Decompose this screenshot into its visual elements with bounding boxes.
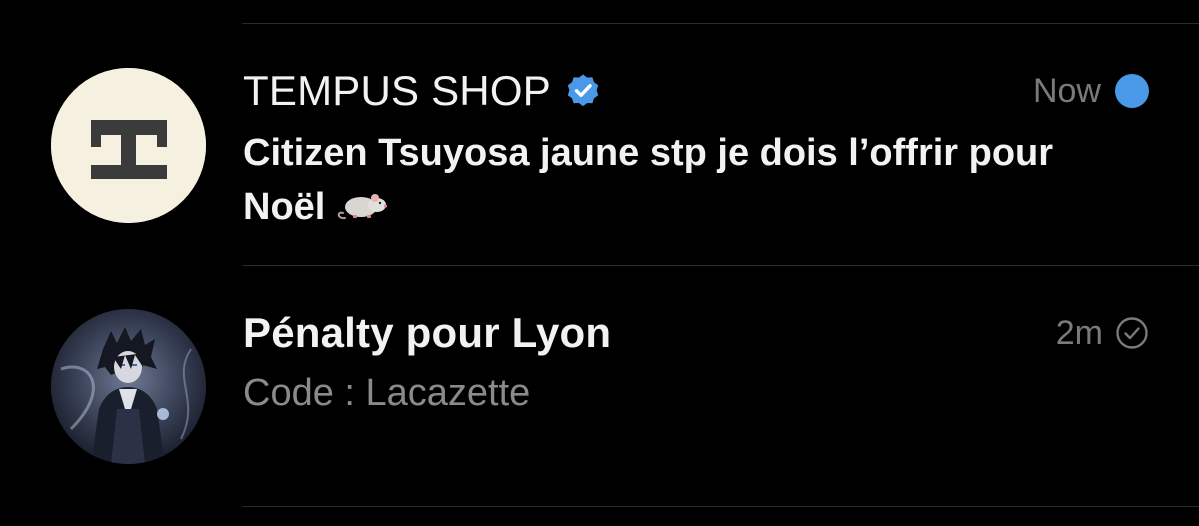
timestamp: Now	[1032, 71, 1101, 110]
conversation-content: TEMPUS SHOP Now Citizen Tsuyosa jaune st…	[243, 64, 1149, 234]
avatar-tempus-shop[interactable]	[51, 68, 206, 223]
avatar-anime-character[interactable]	[51, 309, 206, 464]
conversation-header: TEMPUS SHOP Now	[243, 64, 1149, 118]
message-preview-text: Code : Lacazette	[243, 372, 531, 414]
unread-indicator	[1115, 74, 1149, 108]
verified-badge-icon	[567, 74, 599, 107]
conversation-name: TEMPUS SHOP	[243, 67, 551, 114]
conversation-item-penalty-pour-lyon[interactable]: Pénalty pour Lyon 2m Code : Lacazette	[0, 266, 1199, 506]
conversation-meta: 2m	[1056, 306, 1149, 360]
tempus-logo-icon	[51, 68, 206, 223]
rat-emoji-icon	[338, 194, 388, 220]
conversation-item-tempus-shop[interactable]: TEMPUS SHOP Now Citizen Tsuyosa jaune st…	[0, 24, 1199, 265]
conversation-content: Pénalty pour Lyon 2m Code : Lacazette	[243, 306, 1149, 420]
read-checkmark-icon	[1116, 317, 1148, 349]
message-preview: Citizen Tsuyosa jaune stp je dois l’offr…	[243, 126, 1063, 234]
conversation-meta: Now	[1033, 64, 1149, 118]
conversation-header: Pénalty pour Lyon 2m	[243, 306, 1149, 360]
divider-bottom	[242, 506, 1199, 507]
anime-character-icon	[51, 309, 206, 464]
timestamp: 2m	[1055, 313, 1103, 352]
conversation-name: Pénalty pour Lyon	[243, 309, 612, 356]
